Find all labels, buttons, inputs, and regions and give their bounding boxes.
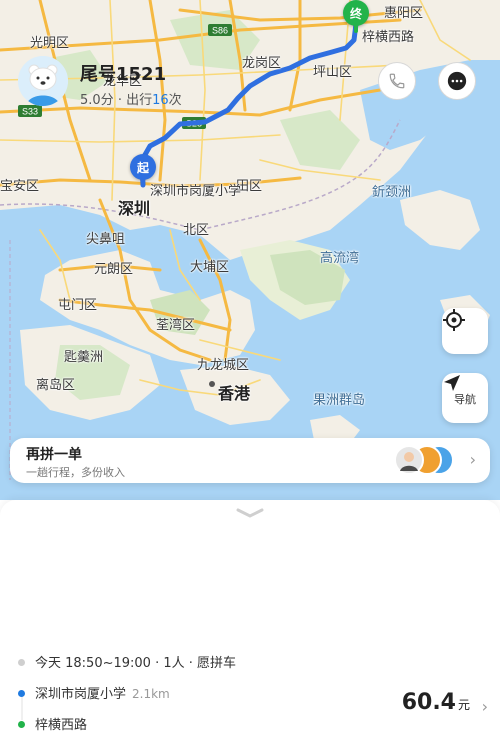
price-value: 60.4 <box>401 690 456 715</box>
pool-subtitle: 一趟行程，多份收入 <box>26 466 125 479</box>
map-label-guangming: 光明区 <box>30 36 70 51</box>
map-label-gaoliuwan: 高流湾 <box>320 251 360 266</box>
end-location: 梓横西路 <box>35 718 88 733</box>
pool-title: 再拼一单 <box>26 447 82 463</box>
message-button[interactable] <box>438 62 476 100</box>
map-label-north: 北区 <box>183 223 210 238</box>
map-label-longgang: 龙岗区 <box>242 56 282 71</box>
trip-summary-row: 今天 18:50~19:00 · 1人 · 愿拼车 <box>18 652 236 671</box>
start-location: 深圳市岗厦小学 <box>35 687 127 702</box>
driver-avatar[interactable] <box>18 56 68 106</box>
navigation-arrow-icon <box>444 375 460 391</box>
drag-handle[interactable] <box>236 508 264 518</box>
driver-trip-count: 16 <box>152 93 169 108</box>
map-label-hongkong: 香港 <box>218 384 251 403</box>
chevron-right-icon: › <box>469 450 476 469</box>
navigation-button[interactable]: 导航 <box>442 373 488 423</box>
summary-dot <box>18 659 25 666</box>
start-place-label: 深圳市岗厦小学 <box>150 184 242 199</box>
map-label-kowloon: 九龙城区 <box>197 358 250 373</box>
map-label-shenzhen: 深圳 <box>118 199 151 218</box>
map-label-tsuenwan: 荃湾区 <box>156 318 196 333</box>
map-label-islands: 离岛区 <box>36 378 76 393</box>
map-label-pingshan: 坪山区 <box>313 65 353 80</box>
driver-rating: 5.0分 <box>80 93 114 108</box>
pool-another-order-card[interactable]: 再拼一单 一趟行程，多份收入 › <box>10 438 490 483</box>
start-location-row[interactable]: 深圳市岗厦小学 2.1km <box>18 683 170 702</box>
map-label-taipo: 大埔区 <box>190 260 230 275</box>
trip-price[interactable]: 60.4 元 <box>402 690 470 715</box>
map-label-guoquan: 果洲群岛 <box>313 393 366 408</box>
driver-stats: 5.0分 · 出行16次 <box>80 93 182 108</box>
avatar <box>394 445 424 475</box>
map-background: S86 S33 S28 <box>0 0 500 500</box>
passenger-avatars <box>394 445 454 475</box>
road-shield-s33: S33 <box>22 107 38 117</box>
chevron-right-icon[interactable]: › <box>482 697 488 716</box>
map-label-jianbizui: 尖鼻咀 <box>86 232 126 247</box>
end-marker: 终 <box>343 0 369 33</box>
start-distance: 2.1km <box>132 687 170 701</box>
locate-button[interactable] <box>442 308 488 354</box>
driver-name: 尾号1521 <box>80 64 167 85</box>
phone-icon <box>389 73 405 89</box>
map-view[interactable]: S86 S33 S28 惠阳区 光明区 龙岗区 坪山区 龙华区 宝安区 田区 深… <box>0 0 500 500</box>
call-button[interactable] <box>378 62 416 100</box>
start-marker: 起 <box>130 154 156 187</box>
trip-summary: 今天 18:50~19:00 · 1人 · 愿拼车 <box>35 656 237 671</box>
end-dot <box>18 721 25 728</box>
start-dot <box>18 690 25 697</box>
map-label-yuenlong: 元朗区 <box>94 262 134 277</box>
map-label-tuenmun: 屯门区 <box>58 298 98 313</box>
price-unit: 元 <box>457 698 470 712</box>
map-label-huiyang: 惠阳区 <box>384 6 424 21</box>
locate-icon <box>443 309 465 331</box>
chat-icon <box>447 71 467 91</box>
map-label-jichan: 匙羹洲 <box>64 350 104 365</box>
map-label-baoan: 宝安区 <box>0 179 40 194</box>
map-label-xinjingzhou: 釿颈洲 <box>372 185 412 200</box>
end-place-label: 梓横西路 <box>362 30 415 45</box>
road-shield-s86: S86 <box>212 26 228 36</box>
end-location-row[interactable]: 梓横西路 <box>18 714 87 733</box>
navigation-label: 导航 <box>454 393 476 406</box>
